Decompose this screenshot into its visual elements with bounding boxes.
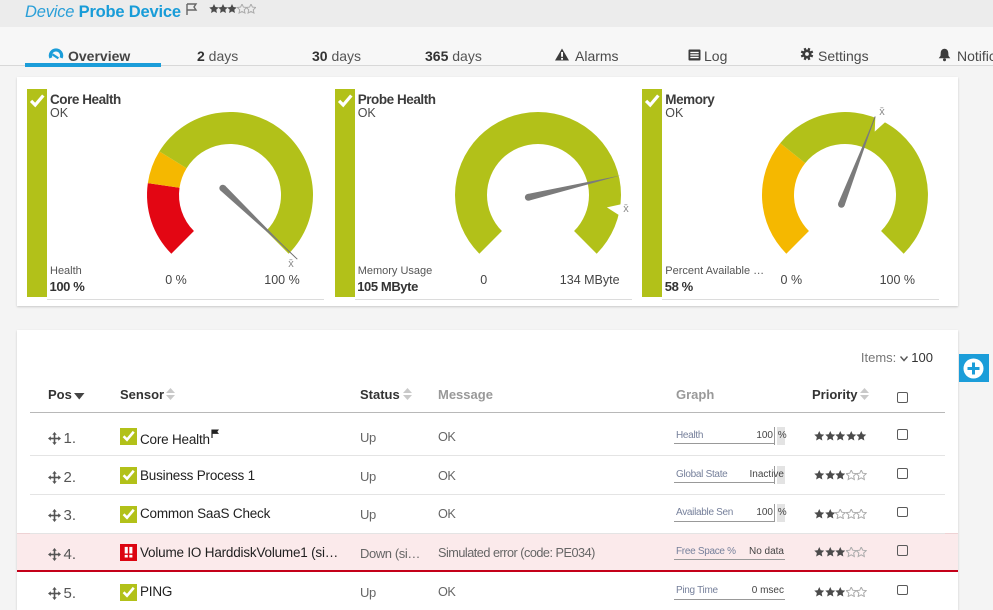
- svg-text:x̄: x̄: [623, 203, 629, 215]
- svg-text:x̄: x̄: [288, 258, 294, 270]
- svg-text:x̄: x̄: [880, 106, 886, 118]
